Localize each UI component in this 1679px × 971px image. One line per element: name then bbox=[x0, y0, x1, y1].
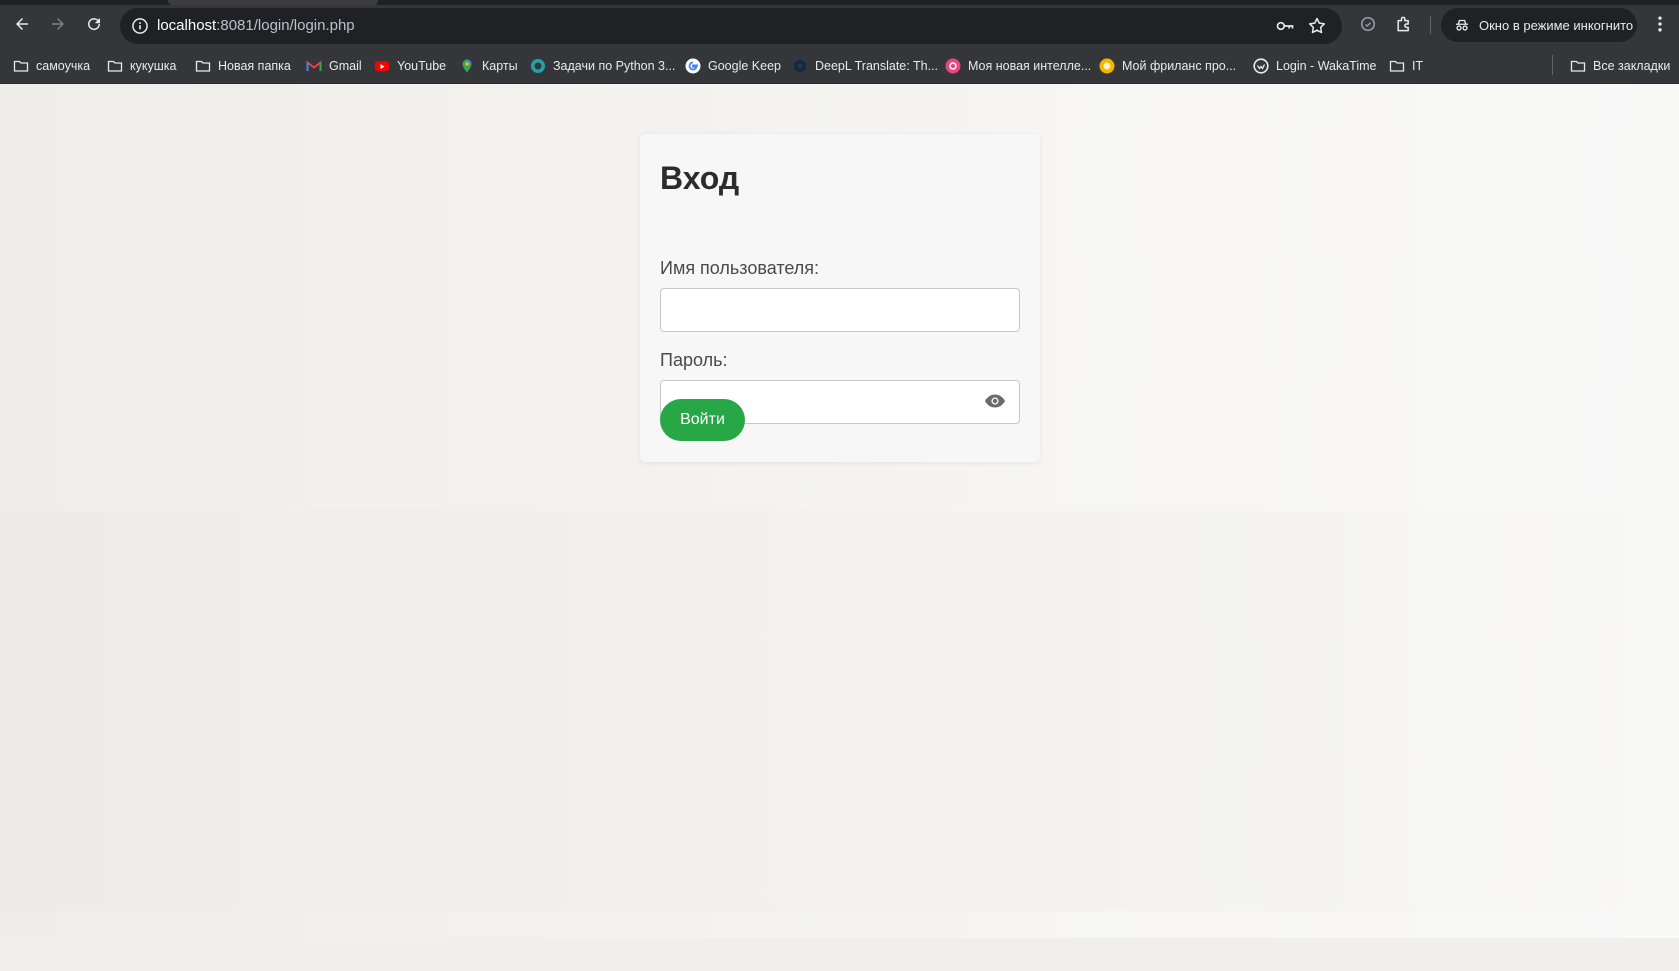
bookmark-youtube[interactable]: YouTube bbox=[374, 48, 446, 84]
reload-icon bbox=[88, 18, 101, 31]
bookmark-label: YouTube bbox=[397, 59, 447, 73]
ai-app-icon bbox=[945, 58, 961, 74]
reload-button[interactable] bbox=[82, 12, 106, 36]
tab-strip bbox=[0, 0, 1679, 5]
folder-icon bbox=[195, 58, 211, 74]
bookmark-label: Моя новая интелле... bbox=[968, 59, 1092, 73]
more-menu-icon[interactable] bbox=[1650, 14, 1670, 34]
gmail-icon bbox=[306, 58, 322, 74]
bookmarks-bar: самоучка кукушка Новая папка Gmail YouTu… bbox=[0, 48, 1679, 84]
bookmark-ai-app[interactable]: Моя новая интелле... bbox=[945, 48, 1091, 84]
background-band bbox=[0, 511, 1679, 911]
bookmark-folder[interactable]: кукушка bbox=[107, 48, 176, 84]
bookmark-wakatime[interactable]: Login - WakaTime bbox=[1253, 48, 1377, 84]
bookmark-folder[interactable]: IT bbox=[1389, 48, 1423, 84]
toolbar-divider bbox=[1430, 16, 1431, 34]
bookmark-label: Google Keep bbox=[708, 59, 781, 73]
bookmark-label: DeepL Translate: Th... bbox=[815, 59, 938, 73]
bookmark-python-tasks[interactable]: Задачи по Python 3... bbox=[530, 48, 675, 84]
bookmark-label: Карты bbox=[482, 59, 518, 73]
bookmark-label: Задачи по Python 3... bbox=[553, 59, 676, 73]
back-button[interactable] bbox=[10, 12, 34, 36]
extension-status-icon[interactable] bbox=[1358, 14, 1378, 34]
bookmark-label: Login - WakaTime bbox=[1276, 59, 1377, 73]
bookmark-label: кукушка bbox=[130, 59, 177, 73]
active-tab[interactable] bbox=[168, 0, 378, 5]
incognito-indicator[interactable]: Окно в режиме инкогнито bbox=[1441, 8, 1637, 42]
url-host: localhost bbox=[157, 17, 217, 34]
address-bar[interactable]: localhost:8081/login/login.php bbox=[120, 8, 1342, 44]
wakatime-icon bbox=[1253, 58, 1269, 74]
login-submit-button[interactable]: Войти bbox=[660, 399, 745, 441]
youtube-icon bbox=[374, 58, 390, 74]
all-bookmarks-folder[interactable]: Все закладки bbox=[1570, 48, 1670, 84]
bookmark-gmail[interactable]: Gmail bbox=[306, 48, 362, 84]
bookmark-folder[interactable]: самоучка bbox=[13, 48, 90, 84]
username-field-wrapper bbox=[660, 288, 1020, 332]
username-input[interactable] bbox=[661, 289, 1019, 331]
password-label: Пароль: bbox=[660, 350, 728, 370]
url-text[interactable]: localhost:8081/login/login.php bbox=[157, 17, 355, 34]
extensions-puzzle-icon[interactable] bbox=[1394, 14, 1414, 34]
bookmark-label: Мой фриланс про... bbox=[1122, 59, 1237, 73]
maps-icon bbox=[459, 58, 475, 74]
arrow-right-icon bbox=[52, 18, 64, 30]
python-tasks-icon bbox=[530, 58, 546, 74]
folder-icon bbox=[13, 58, 29, 74]
page-title: Вход bbox=[660, 160, 740, 196]
username-label: Имя пользователя: bbox=[660, 258, 820, 278]
folder-icon bbox=[1389, 58, 1405, 74]
page-viewport: Вход Имя пользователя: Пароль: Войти bbox=[0, 84, 1679, 971]
incognito-icon bbox=[1456, 19, 1468, 31]
deepl-icon bbox=[792, 58, 808, 74]
browser-toolbar: localhost:8081/login/login.php Окно в ре… bbox=[0, 0, 1679, 48]
background-band bbox=[0, 938, 1679, 971]
bookmark-label: Gmail bbox=[329, 59, 362, 73]
bookmark-label: Новая папка bbox=[218, 59, 291, 73]
freelance-icon bbox=[1099, 58, 1115, 74]
bookmark-maps[interactable]: Карты bbox=[459, 48, 518, 84]
show-password-eye-icon[interactable] bbox=[983, 389, 1007, 413]
google-icon bbox=[685, 58, 701, 74]
bookmarks-divider bbox=[1552, 55, 1553, 75]
info-icon[interactable] bbox=[130, 16, 150, 36]
folder-icon bbox=[107, 58, 123, 74]
bookmark-label: Все закладки bbox=[1593, 59, 1671, 73]
bookmark-label: IT bbox=[1412, 59, 1424, 73]
incognito-label: Окно в режиме инкогнито bbox=[1479, 17, 1634, 33]
bookmark-label: самоучка bbox=[36, 59, 91, 73]
bookmark-deepl[interactable]: DeepL Translate: Th... bbox=[792, 48, 938, 84]
url-path: :8081/login/login.php bbox=[216, 17, 355, 34]
forward-button[interactable] bbox=[46, 12, 70, 36]
folder-icon bbox=[1570, 58, 1586, 74]
bookmark-star-icon[interactable] bbox=[1307, 16, 1327, 36]
bookmark-folder[interactable]: Новая папка bbox=[195, 48, 291, 84]
arrow-left-icon bbox=[16, 18, 28, 30]
password-key-icon[interactable] bbox=[1275, 16, 1295, 36]
bookmark-google-keep[interactable]: Google Keep bbox=[685, 48, 781, 84]
bookmark-freelance[interactable]: Мой фриланс про... bbox=[1099, 48, 1236, 84]
login-card: Вход Имя пользователя: Пароль: Войти bbox=[640, 134, 1040, 462]
